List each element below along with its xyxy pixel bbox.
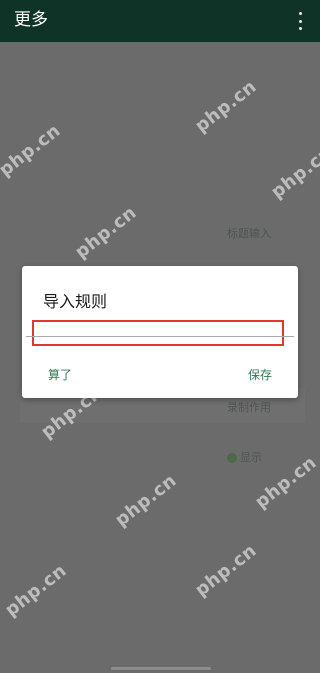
rule-input-highlight <box>32 320 284 346</box>
dot <box>298 19 302 23</box>
dialog-title: 导入规则 <box>43 292 108 311</box>
record-label: 显示 <box>227 449 262 465</box>
record-icon <box>227 453 237 463</box>
watermark: php.cn <box>0 120 65 181</box>
screen: 更多 标题输入 录制作用 显示 php.cn php.cn php.cn php… <box>0 0 320 673</box>
watermark: php.cn <box>111 470 181 531</box>
watermark: php.cn <box>1 560 71 621</box>
watermark: php.cn <box>191 540 261 601</box>
save-button[interactable]: 保存 <box>248 366 272 383</box>
input-underline <box>26 336 294 337</box>
page-title: 更多 <box>14 10 48 30</box>
dot <box>298 12 302 15</box>
watermark: php.cn <box>191 76 261 137</box>
rule-input[interactable] <box>34 322 282 345</box>
gesture-bar <box>111 667 211 670</box>
watermark: php.cn <box>71 202 141 263</box>
background-item-label: 录制作用 <box>227 401 271 414</box>
more-vert-icon[interactable] <box>292 10 308 32</box>
dot <box>298 27 302 30</box>
app-bar: 更多 <box>0 0 320 42</box>
import-rules-dialog: 导入规则 算了 保存 <box>22 266 298 398</box>
watermark: php.cn <box>267 142 320 203</box>
cancel-button[interactable]: 算了 <box>48 366 72 383</box>
record-text: 显示 <box>240 451 262 464</box>
background-item-label: 标题输入 <box>227 227 271 240</box>
